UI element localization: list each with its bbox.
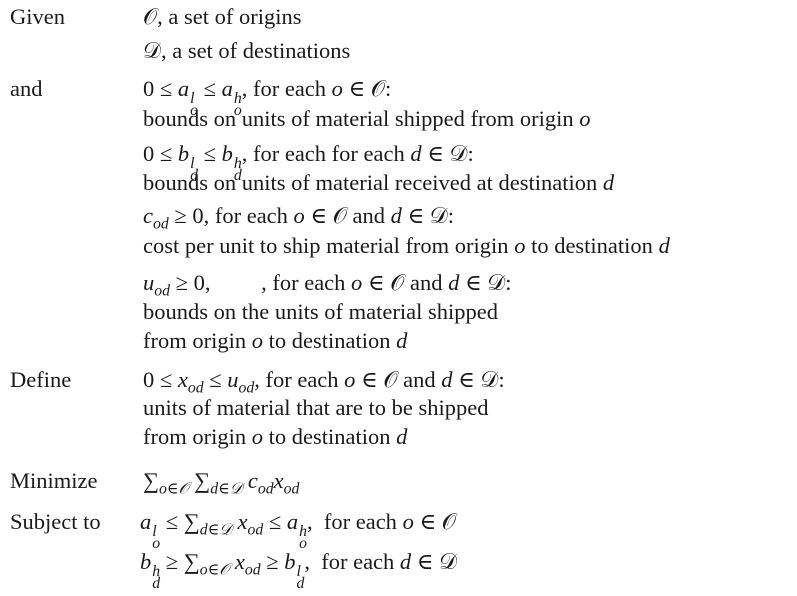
capacity-description-2: from origin o to destination d [143,328,408,353]
destinations-definition: 𝒟, a set of destinations [143,38,351,63]
decision-variable-formula: 0 ≤ xod ≤ uod, for each o ∈ 𝒪 and d ∈ 𝒟: [143,367,505,397]
label-define: Define [10,367,72,392]
origin-bounds-description: bounds on units of material shipped from… [143,106,591,131]
decision-variable-description-1: units of material that are to be shipped [143,395,489,420]
label-minimize: Minimize [10,468,98,493]
origins-definition: 𝒪, a set of origins [143,4,302,29]
decision-variable-description-2: from origin o to destination d [143,424,408,449]
label-given: Given [10,4,65,29]
destination-constraint: bhd ≥ ∑o∈𝒪 xod ≥ bld, for each d ∈ 𝒟 [140,549,458,592]
capacity-formula: uod ≥ 0, , for each o ∈ 𝒪 and d ∈ 𝒟: [143,270,512,300]
capacity-description-1: bounds on the units of material shipped [143,299,498,324]
objective-function: ∑o∈𝒪 ∑d∈𝒟 codxod [143,468,300,498]
origin-constraint: alo ≤ ∑d∈𝒟 xod ≤ aho, for each o ∈ 𝒪 [140,509,456,552]
label-subject-to: Subject to [10,509,101,534]
cost-formula: cod ≥ 0, for each o ∈ 𝒪 and d ∈ 𝒟: [143,203,454,233]
label-and: and [10,76,43,101]
cost-description: cost per unit to ship material from orig… [143,233,670,258]
destination-bounds-description: bounds on units of material received at … [143,170,615,195]
